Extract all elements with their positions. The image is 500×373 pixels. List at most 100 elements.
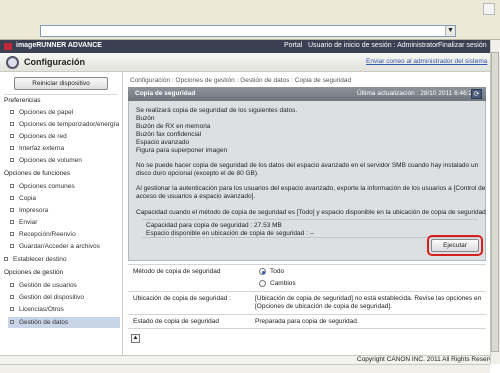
bullet-icon <box>4 257 8 262</box>
product-name: imageRUNNER ADVANCE <box>16 42 102 49</box>
login-user-info: Usuario de inicio de sesión : Administra… <box>308 42 439 49</box>
bullet-icon <box>10 244 14 249</box>
bullet-icon <box>10 295 14 300</box>
bullet-icon <box>10 220 14 225</box>
option-all-label: Todo <box>270 268 285 275</box>
backup-item: Figura para superponer imagen <box>136 147 228 154</box>
sidebar-item-label: Gestión del dispositivo <box>19 294 85 301</box>
vertical-scroll-thumb[interactable] <box>491 52 499 352</box>
panel-title: Copia de seguridad <box>135 90 196 97</box>
bullet-icon <box>10 122 14 127</box>
backup-intro: Se realizará copia de seguridad de los s… <box>136 107 298 114</box>
sidebar-item-label: Establecer destino <box>13 256 67 263</box>
bullet-icon <box>10 283 14 288</box>
sidebar-item-user-management[interactable]: Gestión de usuarios <box>10 282 122 289</box>
capacity-title: Capacidad cuando el método de copia de s… <box>136 209 486 216</box>
sidebar-item-label: Recepción/Reenvío <box>19 231 76 238</box>
status-label: Estado de copia de seguridad <box>133 318 220 325</box>
radio-changes[interactable] <box>259 280 266 287</box>
sidebar-item-label: Opciones de temporizador/energía <box>19 121 120 128</box>
sidebar-item-external-interface[interactable]: Interfaz externa <box>10 145 122 152</box>
breadcrumb: Configuración : Opciones de gestión : Ge… <box>130 77 352 84</box>
sidebar-item-label: Enviar <box>19 219 38 226</box>
row-divider <box>128 264 486 265</box>
backup-item: Buzón <box>136 115 155 122</box>
sidebar-item-label: Gestión de datos <box>19 319 69 326</box>
execute-button[interactable]: Ejecutar <box>431 239 479 252</box>
sidebar-item-label: Guardar/Acceder a archivos <box>19 243 100 250</box>
location-label: Ubicación de copia de seguridad : <box>133 295 231 302</box>
bullet-icon <box>10 110 14 115</box>
sidebar-item-label: Copia <box>19 195 36 202</box>
sidebar-item-volume[interactable]: Opciones de volumen <box>10 157 122 164</box>
bullet-icon <box>10 184 14 189</box>
backup-capacity: Capacidad para copia de seguridad : 27.5… <box>146 222 282 229</box>
location-value: [Ubicación de copia de seguridad] no est… <box>255 295 482 302</box>
sidebar-section-preferences: Preferencias <box>4 97 41 104</box>
sidebar-item-receive-forward[interactable]: Recepción/Reenvío <box>10 231 122 238</box>
sidebar-item-copy[interactable]: Copia <box>10 195 122 202</box>
bullet-icon <box>10 146 14 151</box>
bullet-icon <box>10 196 14 201</box>
address-bar[interactable] <box>40 25 456 37</box>
sidebar-item-label: Opciones comunes <box>19 183 75 190</box>
option-changes-label: Cambios <box>270 280 296 287</box>
bullet-icon <box>10 208 14 213</box>
address-dropdown-icon[interactable]: ▼ <box>445 26 455 36</box>
backup-item: Espacio avanzado <box>136 139 190 146</box>
page-title: Configuración <box>24 57 85 67</box>
sidebar-item-paper[interactable]: Opciones de papel <box>10 109 122 116</box>
backup-item: Buzón de RX en memoria <box>136 123 211 130</box>
sidebar-item-timer-energy[interactable]: Opciones de temporizador/energía <box>10 121 122 128</box>
auth-note-continued: acceso de usuarios a espacio avanzado]. <box>136 193 256 200</box>
canon-logo-icon <box>4 43 12 50</box>
sidebar-item-licenses-other[interactable]: Licencias/Otros <box>10 306 122 313</box>
sidebar-item-network[interactable]: Opciones de red <box>10 133 122 140</box>
radio-all[interactable] <box>259 268 266 275</box>
mail-admin-link[interactable]: Enviar correo al administrador del siste… <box>366 58 487 65</box>
back-to-top-icon[interactable]: ▲ <box>131 334 140 343</box>
row-divider <box>128 291 486 292</box>
location-value-continued: [Opciones de ubicación de copia de segur… <box>255 303 392 310</box>
auth-note: Al gestionar la autenticación para los u… <box>136 185 486 192</box>
sidebar-item-set-destination[interactable]: Establecer destino <box>4 256 116 263</box>
smb-note-continued: disco duro opcional (excepto el de 80 GB… <box>136 170 259 177</box>
bullet-icon <box>10 232 14 237</box>
sidebar-item-data-management[interactable]: Gestión de datos <box>8 317 120 328</box>
row-divider <box>128 314 486 315</box>
backup-item: Buzón fax confidencial <box>136 131 202 138</box>
settings-gear-icon <box>6 56 19 69</box>
window-scroll-button[interactable] <box>483 3 495 15</box>
portal-link[interactable]: Portal <box>284 42 302 49</box>
method-label: Método de copia de seguridad <box>133 268 221 275</box>
bullet-icon <box>10 307 14 312</box>
sidebar-divider <box>4 94 118 95</box>
sidebar-section-functions: Opciones de funciones <box>4 170 71 177</box>
horizontal-scrollbar[interactable] <box>0 364 490 373</box>
copyright: Copyright CANON INC. 2011 All Rights Res… <box>357 356 500 363</box>
bullet-icon <box>10 158 14 163</box>
restart-device-button[interactable]: Reiniciar dispositivo <box>14 77 108 90</box>
smb-note: No se puede hacer copia de seguridad de … <box>136 162 479 169</box>
sidebar-item-label: Impresora <box>19 207 49 214</box>
status-value: Preparada para copia de seguridad. <box>255 318 359 325</box>
refresh-icon[interactable]: ⟳ <box>471 89 482 99</box>
logout-link[interactable]: Finalizar sesión <box>438 42 487 49</box>
sidebar-item-printer[interactable]: Impresora <box>10 207 122 214</box>
sidebar-item-label: Opciones de red <box>19 133 67 140</box>
sidebar-item-common[interactable]: Opciones comunes <box>10 183 122 190</box>
sidebar-item-label: Opciones de volumen <box>19 157 82 164</box>
last-update: Última actualización : 28/10 2011 6:46:2… <box>357 90 476 97</box>
sidebar-item-label: Interfaz externa <box>19 145 65 152</box>
sidebar-item-send[interactable]: Enviar <box>10 219 122 226</box>
sidebar-item-store-access-files[interactable]: Guardar/Acceder a archivos <box>10 243 122 250</box>
sidebar-item-label: Licencias/Otros <box>19 306 64 313</box>
sidebar-section-management: Opciones de gestión <box>4 269 64 276</box>
sidebar-item-device-management[interactable]: Gestión del dispositivo <box>10 294 122 301</box>
bullet-icon <box>10 320 14 325</box>
sidebar-item-label: Gestión de usuarios <box>19 282 77 289</box>
row-divider <box>128 328 486 329</box>
bullet-icon <box>10 134 14 139</box>
available-space: Espacio disponible en ubicación de copia… <box>146 230 315 237</box>
sidebar-item-label: Opciones de papel <box>19 109 74 116</box>
